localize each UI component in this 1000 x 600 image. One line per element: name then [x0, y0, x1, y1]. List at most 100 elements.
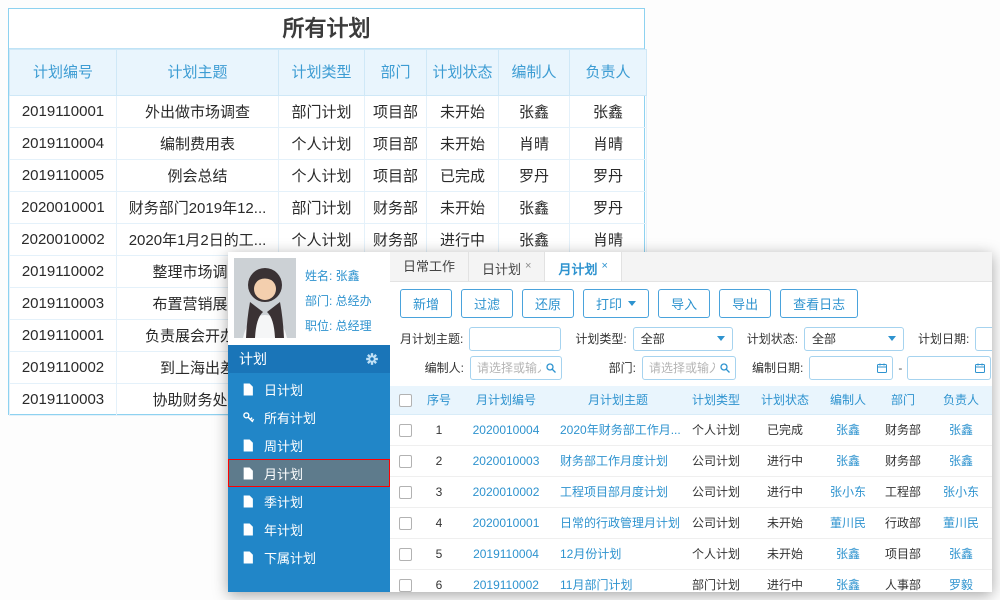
table-link-cell[interactable]: 2020010004 — [458, 414, 554, 446]
status-filter-select[interactable]: 全部 — [804, 326, 905, 351]
table-cell: 财务部门2019年12... — [116, 191, 279, 224]
table-link-cell[interactable]: 2020年财务部工作月... — [554, 414, 682, 446]
table-row[interactable]: 2019110005 例会总结 个人计划 项目部 已完成 罗丹 罗丹 — [9, 159, 647, 192]
table-row[interactable]: 3 2020010002 工程项目部月度计划 公司计划 进行中 张小东 工程部 张小东 — [390, 476, 992, 508]
table-row[interactable]: 2019110004 编制费用表 个人计划 项目部 未开始 肖晴 肖晴 — [9, 127, 647, 160]
table-link-cell[interactable]: 张小东 — [820, 476, 876, 508]
table-link-cell[interactable]: 张鑫 — [930, 414, 992, 446]
sidebar-section-plan[interactable]: 计划 — [228, 345, 390, 373]
sidebar-item[interactable]: 季计划 — [228, 487, 390, 515]
table-link-cell[interactable]: 11月部门计划 — [554, 569, 682, 592]
row-checkbox[interactable] — [398, 547, 412, 561]
table-row[interactable]: 2020010002 2020年1月2日的工... 个人计划 财务部 进行中 张鑫 肖晴 — [9, 223, 647, 256]
table-link-cell[interactable]: 张鑫 — [820, 569, 876, 592]
tab-item[interactable]: 日计划 × — [469, 252, 546, 281]
table-link-cell[interactable]: 张鑫 — [820, 538, 876, 570]
toolbar-button[interactable]: 查看日志 — [780, 289, 859, 318]
table-cell: 2020010001 — [9, 191, 117, 224]
sidebar-item[interactable]: 年计划 — [228, 515, 390, 543]
table-row[interactable]: 6 2019110002 11月部门计划 部门计划 进行中 张鑫 人事部 罗毅 — [390, 569, 992, 592]
monthly-plan-table: 序号 月计划编号 月计划主题 计划类型 计划状态 编制人 部门 负责人 1 2020010004… — [390, 386, 992, 592]
toolbar-button[interactable]: 导入 — [658, 289, 711, 318]
toolbar-button-label: 新增 — [413, 297, 440, 312]
toolbar-button[interactable]: 导出 — [719, 289, 772, 318]
toolbar: 新增 过滤 还原 打印 导入 导出 查看日志 — [390, 282, 992, 324]
table-cell: 1 — [420, 414, 458, 446]
toolbar-button[interactable]: 还原 — [522, 289, 575, 318]
column-header: 计划类型 — [682, 386, 750, 415]
table-link-cell[interactable]: 12月份计划 — [554, 538, 682, 570]
table-link-cell[interactable]: 董川民 — [820, 507, 876, 539]
row-checkbox[interactable] — [398, 578, 412, 592]
type-filter-select[interactable]: 全部 — [632, 326, 733, 351]
tab-item[interactable]: 日常工作 — [390, 252, 470, 281]
sidebar-item[interactable]: 月计划 — [228, 459, 390, 487]
row-checkbox[interactable] — [398, 454, 412, 468]
table-link-cell[interactable]: 张鑫 — [930, 538, 992, 570]
tab-label: 日常工作 — [403, 259, 456, 274]
toolbar-button[interactable]: 新增 — [400, 289, 453, 318]
search-icon[interactable] — [545, 362, 557, 374]
content-area: 日常工作 日计划 × 月计划 × 新增 过滤 还原 打印 导入 导出 查看日志 月计划主题: 计划类… — [390, 252, 992, 592]
table-cell: 张鑫 — [498, 95, 570, 128]
sidebar-menu: 日计划 所有计划 周计划月计划季计划 年计划下属计划 — [228, 373, 390, 592]
table-link-cell[interactable]: 张鑫 — [820, 414, 876, 446]
table-link-cell[interactable]: 日常的行政管理月计划 — [554, 507, 682, 539]
table-row[interactable]: 1 2020010004 2020年财务部工作月... 个人计划 已完成 张鑫 财务部 张鑫 — [390, 414, 992, 446]
table-link-cell[interactable]: 2020010003 — [458, 445, 554, 477]
column-header: 月计划主题 — [554, 386, 682, 415]
sidebar-item-label: 月计划 — [264, 466, 304, 482]
tab-close-icon[interactable]: × — [601, 260, 607, 272]
table-cell: 未开始 — [426, 127, 499, 160]
table-row[interactable]: 2019110001 外出做市场调查 部门计划 项目部 未开始 张鑫 张鑫 — [9, 95, 647, 128]
table-link-cell[interactable]: 2019110002 — [458, 569, 554, 592]
tab-active[interactable]: 月计划 × — [545, 252, 622, 281]
sidebar-item[interactable]: 下属计划 — [228, 543, 390, 571]
table-cell: 个人计划 — [682, 538, 750, 570]
table-row[interactable]: 2020010001 财务部门2019年12... 部门计划 财务部 未开始 张鑫 罗丹 — [9, 191, 647, 224]
table-row[interactable]: 2 2020010003 财务部工作月度计划 公司计划 进行中 张鑫 财务部 张鑫 — [390, 445, 992, 477]
table-link-cell[interactable]: 张小东 — [930, 476, 992, 508]
table-link-cell[interactable]: 张鑫 — [930, 445, 992, 477]
table-link-cell[interactable]: 2020010001 — [458, 507, 554, 539]
table-cell: 未开始 — [750, 538, 820, 570]
table-cell: 2019110003 — [9, 383, 117, 416]
table-cell: 肖晴 — [498, 127, 570, 160]
tab-label: 日计划 — [482, 262, 522, 277]
row-checkbox[interactable] — [398, 516, 412, 530]
sidebar-item[interactable]: 日计划 — [228, 375, 390, 403]
toolbar-button[interactable]: 过滤 — [461, 289, 514, 318]
table-row[interactable]: 4 2020010001 日常的行政管理月计划 公司计划 未开始 董川民 行政部 董川民 — [390, 507, 992, 539]
plan-date-start-input[interactable] — [975, 326, 992, 351]
sidebar-item-label: 下属计划 — [264, 550, 317, 566]
table-link-cell[interactable]: 董川民 — [930, 507, 992, 539]
calendar-icon[interactable] — [876, 362, 888, 374]
row-checkbox[interactable] — [398, 423, 412, 437]
sidebar-item[interactable]: 周计划 — [228, 431, 390, 459]
column-header: 编制人 — [498, 49, 570, 96]
calendar-icon[interactable] — [974, 362, 986, 374]
table-link-cell[interactable]: 张鑫 — [820, 445, 876, 477]
column-header: 部门 — [364, 49, 427, 96]
table-cell: 未开始 — [426, 95, 499, 128]
row-checkbox[interactable] — [398, 485, 412, 499]
table-link-cell[interactable]: 财务部工作月度计划 — [554, 445, 682, 477]
gear-icon[interactable] — [365, 352, 379, 366]
table-cell: 公司计划 — [682, 507, 750, 539]
table-cell: 罗丹 — [498, 159, 570, 192]
subject-filter-input[interactable] — [469, 326, 562, 351]
table-row[interactable]: 5 2019110004 12月份计划 个人计划 未开始 张鑫 项目部 张鑫 — [390, 538, 992, 570]
tab-close-icon[interactable]: × — [525, 260, 531, 272]
tab-bar: 日常工作 日计划 × 月计划 × — [390, 252, 992, 282]
subject-filter-label: 月计划主题: — [400, 332, 464, 346]
table-link-cell[interactable]: 2020010002 — [458, 476, 554, 508]
table-link-cell[interactable]: 罗毅 — [930, 569, 992, 592]
sidebar-item[interactable]: 所有计划 — [228, 403, 390, 431]
toolbar-button-label: 导出 — [732, 297, 759, 312]
table-link-cell[interactable]: 工程项目部月度计划 — [554, 476, 682, 508]
select-all-checkbox[interactable] — [398, 393, 412, 407]
search-icon[interactable] — [719, 362, 731, 374]
doc-icon — [241, 439, 255, 452]
toolbar-button[interactable]: 打印 — [583, 289, 650, 318]
table-link-cell[interactable]: 2019110004 — [458, 538, 554, 570]
